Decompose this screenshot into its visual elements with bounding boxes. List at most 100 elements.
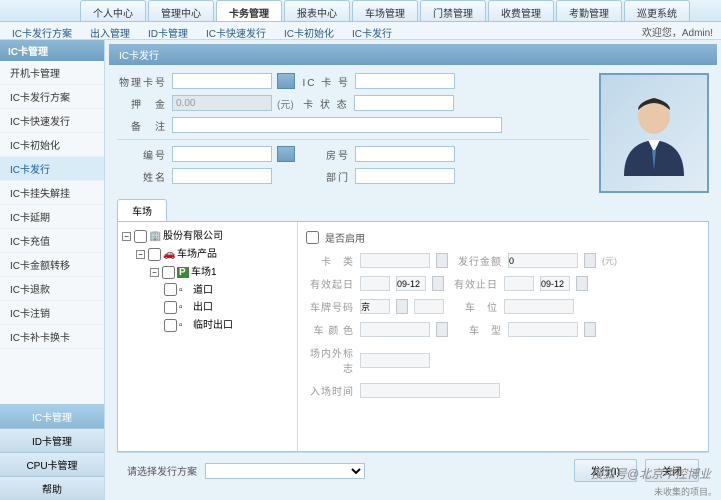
tree-leaf[interactable]: ▫道口 — [122, 280, 293, 298]
label-physical-card: 物理卡号 — [117, 74, 167, 89]
sidebar-item[interactable]: IC卡发行 — [0, 157, 104, 181]
tab-content: −🏢股份有限公司 −🚗车场产品 −P车场1 ▫道口 ▫出口 ▫临时出口 是否启用… — [117, 221, 709, 452]
sub-tab[interactable]: ID卡管理 — [144, 24, 192, 37]
watermark: 搜狐号@北京中控博业 — [591, 465, 711, 482]
tree-l2[interactable]: −P车场1 — [122, 262, 293, 280]
sidebar-header: IC卡管理 — [0, 40, 104, 61]
sub-tab[interactable]: IC卡初始化 — [280, 24, 338, 37]
avatar-box — [599, 73, 709, 193]
input-valid-to-md[interactable] — [540, 276, 570, 291]
stepper-icon[interactable] — [576, 276, 588, 291]
label-amount: 发行金额 — [454, 253, 502, 268]
input-model[interactable] — [508, 322, 578, 337]
sidebar-item[interactable]: IC卡发行方案 — [0, 85, 104, 109]
sidebar-bottom-item[interactable]: IC卡管理 — [0, 404, 104, 428]
input-amount[interactable] — [508, 253, 578, 268]
gate-icon: ▫ — [179, 302, 191, 313]
tab-header: 车场 — [117, 199, 709, 221]
sidebar-items: 开机卡管理IC卡发行方案IC卡快速发行IC卡初始化IC卡发行IC卡挂失解挂IC卡… — [0, 61, 104, 404]
form-left: 物理卡号 IC 卡 号 押 金 (元) 卡 状 态 备 注 — [117, 73, 589, 193]
label-remark: 备 注 — [117, 118, 167, 133]
top-tab[interactable]: 巡更系统 — [624, 0, 690, 21]
tree-cb-root[interactable] — [134, 230, 147, 243]
stepper-icon[interactable] — [436, 322, 448, 337]
sub-tab[interactable]: IC卡发行 — [348, 24, 396, 37]
top-tab[interactable]: 报表中心 — [284, 0, 350, 21]
sidebar-item[interactable]: IC卡快速发行 — [0, 109, 104, 133]
sidebar-item[interactable]: IC卡注销 — [0, 301, 104, 325]
input-card-status[interactable] — [354, 95, 454, 111]
stepper-icon[interactable] — [432, 276, 444, 291]
collapse-icon[interactable]: − — [150, 268, 159, 277]
input-remark[interactable] — [172, 117, 502, 133]
input-name[interactable] — [172, 168, 272, 184]
input-room[interactable] — [355, 146, 455, 162]
sidebar-bottom-item[interactable]: ID卡管理 — [0, 428, 104, 452]
top-tab[interactable]: 门禁管理 — [420, 0, 486, 21]
scheme-select[interactable] — [205, 463, 365, 479]
input-plate-prefix[interactable] — [360, 299, 390, 314]
sidebar-item[interactable]: IC卡挂失解挂 — [0, 181, 104, 205]
sub-tab[interactable]: IC卡发行方案 — [8, 24, 76, 37]
tree-leaf[interactable]: ▫临时出口 — [122, 315, 293, 333]
input-color[interactable] — [360, 322, 430, 337]
input-inout[interactable] — [360, 353, 430, 368]
sidebar-item[interactable]: IC卡金额转移 — [0, 253, 104, 277]
tab-vehicle[interactable]: 车场 — [117, 199, 167, 221]
stepper-icon[interactable] — [584, 253, 596, 268]
amount-unit: (元) — [602, 254, 617, 267]
collapse-icon[interactable]: − — [136, 250, 145, 259]
sidebar-item[interactable]: IC卡补卡换卡 — [0, 325, 104, 349]
tree-cb-leaf[interactable] — [164, 283, 177, 296]
input-valid-from-md[interactable] — [396, 276, 426, 291]
label-room: 房号 — [300, 147, 350, 162]
tree-cb-l2[interactable] — [162, 266, 175, 279]
top-tab[interactable]: 管理中心 — [148, 0, 214, 21]
tree-cb-leaf[interactable] — [164, 319, 177, 332]
building-icon: 🏢 — [149, 231, 161, 242]
top-tab[interactable]: 车场管理 — [352, 0, 418, 21]
sub-tab[interactable]: 出入管理 — [86, 24, 134, 37]
tree-l1[interactable]: −🚗车场产品 — [122, 244, 293, 262]
input-slot[interactable] — [504, 299, 574, 314]
top-tab[interactable]: 卡务管理 — [216, 0, 282, 21]
sidebar-item[interactable]: IC卡充值 — [0, 229, 104, 253]
input-dept[interactable] — [355, 168, 455, 184]
top-tab[interactable]: 收费管理 — [488, 0, 554, 21]
sidebar-item[interactable]: 开机卡管理 — [0, 61, 104, 85]
top-tab[interactable]: 个人中心 — [80, 0, 146, 21]
sidebar-item[interactable]: IC卡延期 — [0, 205, 104, 229]
label-valid-from: 有效起日 — [306, 276, 354, 291]
tree-root[interactable]: −🏢股份有限公司 — [122, 226, 293, 244]
btn-read-card[interactable] — [277, 73, 295, 89]
stepper-icon[interactable] — [396, 299, 408, 314]
input-physical-card[interactable] — [172, 73, 272, 89]
panel-header: IC卡发行 — [109, 44, 717, 65]
enable-checkbox[interactable] — [306, 231, 319, 244]
top-tab[interactable]: 考勤管理 — [556, 0, 622, 21]
deposit-unit: (元) — [277, 96, 294, 111]
input-plate-num[interactable] — [414, 299, 444, 314]
input-valid-to-y[interactable] — [504, 276, 534, 291]
label-ic-card: IC 卡 号 — [300, 74, 350, 89]
sidebar-bottom-item[interactable]: CPU卡管理 — [0, 452, 104, 476]
tree-leaf[interactable]: ▫出口 — [122, 297, 293, 315]
content: IC卡发行 物理卡号 IC 卡 号 押 金 (元) 卡 状 态 — [105, 40, 721, 500]
input-valid-from-y[interactable] — [360, 276, 390, 291]
divider — [117, 139, 589, 140]
sidebar-bottom-item[interactable]: 帮助 — [0, 476, 104, 500]
input-entry-time[interactable] — [360, 383, 500, 398]
input-deposit[interactable] — [172, 95, 272, 111]
tree-cb-leaf[interactable] — [164, 301, 177, 314]
collapse-icon[interactable]: − — [122, 232, 131, 241]
sidebar-item[interactable]: IC卡退款 — [0, 277, 104, 301]
input-ic-card[interactable] — [355, 73, 455, 89]
stepper-icon[interactable] — [436, 253, 448, 268]
sub-tab[interactable]: IC卡快速发行 — [202, 24, 270, 37]
stepper-icon[interactable] — [584, 322, 596, 337]
tree-cb-l1[interactable] — [148, 248, 161, 261]
sidebar-item[interactable]: IC卡初始化 — [0, 133, 104, 157]
btn-lookup[interactable] — [277, 146, 295, 162]
input-number[interactable] — [172, 146, 272, 162]
input-card-type[interactable] — [360, 253, 430, 268]
